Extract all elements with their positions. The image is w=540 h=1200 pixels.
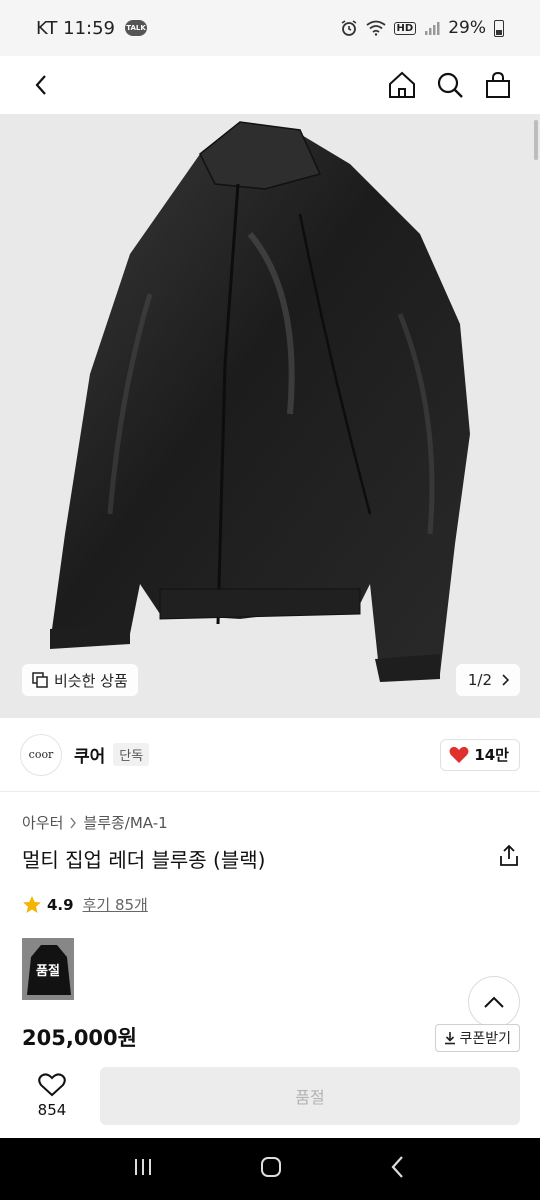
hd-icon: HD	[393, 21, 417, 35]
brand-logo[interactable]: coor	[20, 733, 62, 776]
breadcrumb-category[interactable]: 블루종/MA-1	[83, 812, 167, 833]
home-button[interactable]	[384, 67, 420, 103]
scroll-top-button[interactable]	[468, 976, 520, 1028]
search-button[interactable]	[432, 67, 468, 103]
share-icon	[500, 844, 518, 866]
back-button[interactable]	[24, 67, 60, 103]
star-icon	[23, 895, 41, 913]
rating-row: 4.9 후기 85개	[22, 894, 148, 915]
wish-count: 854	[37, 1101, 67, 1119]
bottom-action-bar: 854 품절	[0, 1054, 540, 1138]
app-header	[0, 56, 540, 114]
signal-icon	[425, 22, 440, 35]
home-nav-icon	[260, 1157, 281, 1177]
review-count-link[interactable]: 후기 85개	[83, 894, 148, 915]
chevron-up-icon	[484, 996, 504, 1008]
brand-like-count: 14만	[474, 746, 509, 764]
brand-row: coor 쿠어 단독 14만	[0, 718, 540, 792]
similar-products-label: 비슷한 상품	[54, 671, 128, 690]
battery-percent: 29%	[448, 18, 486, 38]
exclusive-badge: 단독	[113, 743, 150, 766]
kakaotalk-icon: TALK	[125, 20, 147, 36]
home-icon	[389, 71, 415, 98]
product-jacket-image	[50, 121, 470, 682]
breadcrumb-outer[interactable]: 아우터	[22, 812, 63, 833]
option-thumbnail[interactable]: 품절	[22, 938, 74, 1000]
cart-button[interactable]	[480, 67, 516, 103]
product-image-gallery[interactable]: 비슷한 상품 1/2	[0, 114, 540, 718]
brand-logo-text: coor	[28, 748, 54, 761]
similar-products-button[interactable]: 비슷한 상품	[22, 664, 138, 696]
rating-value: 4.9	[47, 895, 74, 914]
search-icon	[437, 72, 463, 98]
brand-name[interactable]: 쿠어	[74, 742, 105, 767]
header-actions	[384, 67, 516, 103]
back-nav-button[interactable]	[388, 1155, 408, 1183]
pager-count: 1/2	[467, 671, 492, 689]
soldout-label: 품절	[36, 963, 60, 979]
wish-button[interactable]: 854	[20, 1073, 84, 1119]
status-bar: KT 11:59 TALK HD 29%	[0, 0, 540, 56]
download-icon	[445, 1032, 456, 1045]
product-title: 멀티 집업 레더 블루종 (블랙)	[22, 848, 266, 872]
chevron-right-icon	[70, 817, 77, 828]
home-nav-button[interactable]	[259, 1155, 283, 1183]
image-pager[interactable]: 1/2	[455, 664, 520, 696]
product-price: 205,000원	[22, 1026, 137, 1050]
alarm-icon	[341, 20, 356, 36]
page-scrollbar[interactable]	[534, 120, 538, 160]
soldout-button: 품절	[100, 1067, 520, 1125]
recent-apps-button[interactable]	[132, 1156, 154, 1182]
wifi-icon	[365, 20, 386, 36]
heart-outline-icon	[38, 1073, 66, 1097]
chevron-left-icon	[35, 75, 46, 95]
status-right: HD 29%	[340, 18, 504, 38]
battery-icon	[494, 19, 504, 37]
heart-filled-icon	[449, 746, 469, 763]
system-nav-bar	[0, 1138, 540, 1200]
copy-icon	[32, 672, 48, 688]
shopping-bag-icon	[486, 71, 510, 98]
back-nav-icon	[391, 1156, 403, 1178]
recent-apps-icon	[135, 1159, 152, 1175]
brand-like-button[interactable]: 14만	[440, 738, 520, 771]
breadcrumb: 아우터 블루종/MA-1	[22, 812, 168, 833]
carrier-time: KT 11:59	[36, 17, 115, 39]
chevron-right-icon	[502, 674, 510, 686]
soldout-button-label: 품절	[295, 1088, 325, 1107]
coupon-button[interactable]: 쿠폰받기	[435, 1024, 520, 1052]
share-button[interactable]	[498, 844, 520, 872]
status-left: KT 11:59 TALK	[36, 18, 147, 39]
coupon-label: 쿠폰받기	[459, 1031, 511, 1047]
